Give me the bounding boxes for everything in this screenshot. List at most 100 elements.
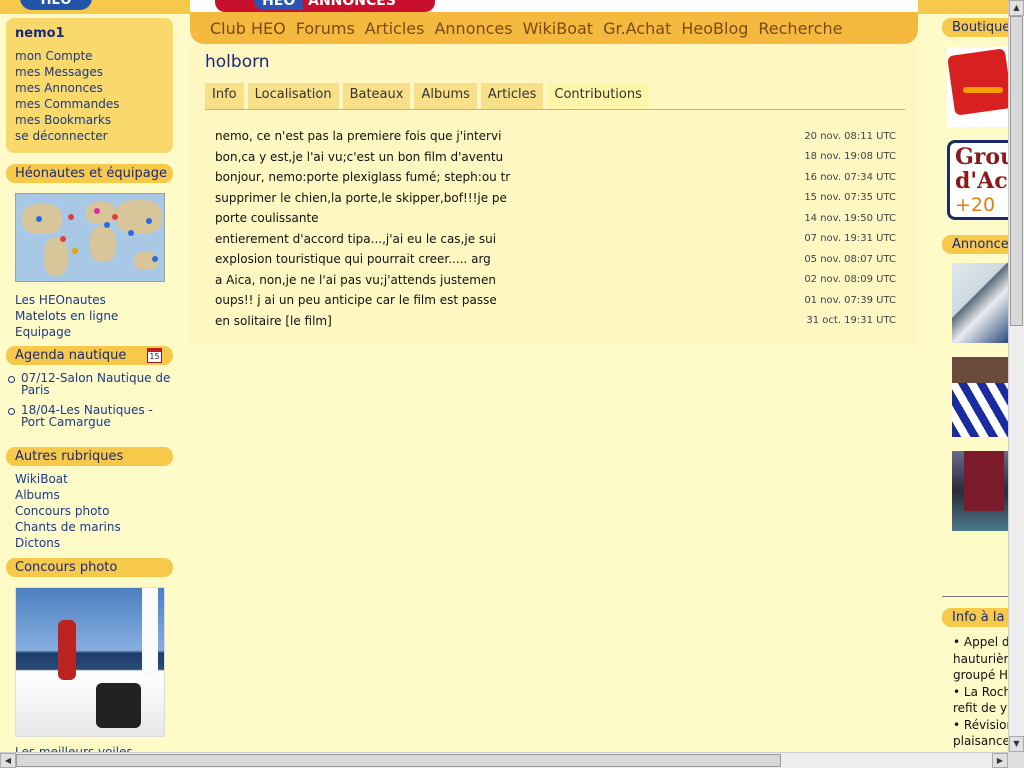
horizontal-scroll-thumb[interactable]: [16, 754, 781, 767]
link-equipage[interactable]: Equipage: [15, 324, 118, 340]
divider: [942, 596, 1008, 597]
heonautes-map[interactable]: [15, 193, 165, 282]
scroll-up-arrow-icon[interactable]: ▲: [1009, 0, 1024, 16]
agenda-item[interactable]: 07/12-Salon Nautique de Paris: [8, 372, 173, 396]
info-line[interactable]: • La Roch: [953, 684, 1008, 701]
section-annonces[interactable]: Annonce: [942, 235, 1008, 254]
info-line[interactable]: refit de y: [953, 700, 1008, 717]
info-line[interactable]: plaisance: [953, 733, 1008, 750]
contributions-list: nemo, ce n'est pas la premiere fois que …: [215, 126, 896, 331]
annonce-thumbnail[interactable]: [952, 451, 1008, 531]
contribution-date: 20 nov. 08:11 UTC: [804, 130, 896, 142]
link-mes-annonces[interactable]: mes Annonces: [15, 80, 164, 96]
vertical-scroll-thumb[interactable]: [1010, 16, 1023, 326]
nav-forums[interactable]: Forums: [296, 19, 355, 38]
link-matelots-en-ligne[interactable]: Matelots en ligne: [15, 308, 118, 324]
tab-bateaux[interactable]: Bateaux: [342, 83, 411, 109]
map-marker: [112, 214, 118, 220]
vertical-scrollbar[interactable]: ▲ ▼: [1008, 0, 1024, 752]
section-autres-rubriques: Autres rubriques: [6, 447, 173, 466]
map-marker: [72, 248, 78, 254]
group-buy-line: Grou: [955, 144, 1008, 170]
tab-localisation[interactable]: Localisation: [247, 83, 339, 109]
scroll-down-arrow-icon[interactable]: ▼: [1009, 736, 1024, 752]
link-mes-commandes[interactable]: mes Commandes: [15, 96, 164, 112]
nav-gr-achat[interactable]: Gr.Achat: [603, 19, 671, 38]
annonce-thumbnail[interactable]: [952, 263, 1008, 343]
contest-photo[interactable]: [15, 587, 165, 737]
link-chants-de-marins[interactable]: Chants de marins: [15, 519, 121, 535]
contribution-date: 07 nov. 19:31 UTC: [804, 233, 896, 245]
section-heonautes: Héonautes et équipage: [6, 164, 173, 183]
scroll-left-arrow-icon[interactable]: ◀: [0, 753, 16, 768]
info-line[interactable]: • Appel d: [953, 634, 1008, 651]
annonces-logo-text: ANNONCES: [308, 0, 396, 9]
contribution-date: 02 nov. 08:09 UTC: [804, 274, 896, 286]
tab-info[interactable]: Info: [205, 83, 244, 109]
contribution-link[interactable]: porte coulissante: [215, 211, 319, 225]
contribution-link[interactable]: explosion touristique qui pourrait creer…: [215, 252, 491, 266]
annonce-thumbnail[interactable]: [952, 357, 1008, 437]
contribution-link[interactable]: bonjour, nemo:porte plexiglass fumé; ste…: [215, 170, 510, 184]
tab-articles[interactable]: Articles: [480, 83, 544, 109]
contribution-link[interactable]: nemo, ce n'est pas la premiere fois que …: [215, 129, 501, 143]
contribution-link[interactable]: en solitaire [le film]: [215, 314, 332, 328]
nav-wikiboat[interactable]: WikiBoat: [523, 19, 593, 38]
map-marker: [36, 216, 42, 222]
info-line[interactable]: • Révision: [953, 717, 1008, 734]
list-item: oups!! j ai un peu anticipe car le film …: [215, 290, 896, 311]
scroll-right-arrow-icon[interactable]: ▶: [992, 753, 1008, 768]
username[interactable]: nemo1: [15, 26, 164, 41]
map-land: [116, 200, 162, 234]
photo-cabin: [96, 683, 141, 728]
link-dictons[interactable]: Dictons: [15, 535, 121, 551]
nav-articles[interactable]: Articles: [365, 19, 425, 38]
group-buy-banner[interactable]: Grou d'Ac +20: [947, 140, 1008, 220]
link-se-deconnecter[interactable]: se déconnecter: [15, 128, 164, 144]
contribution-link[interactable]: bon,ca y est,je l'ai vu;c'est un bon fil…: [215, 150, 503, 164]
nav-recherche[interactable]: Recherche: [758, 19, 842, 38]
contribution-date: 18 nov. 19:08 UTC: [804, 151, 896, 163]
map-marker: [94, 208, 100, 214]
contribution-link[interactable]: supprimer le chien,la porte,le skipper,b…: [215, 191, 507, 205]
agenda-title: Agenda nautique: [15, 348, 127, 363]
section-info[interactable]: Info à la: [942, 608, 1008, 627]
link-mes-bookmarks[interactable]: mes Bookmarks: [15, 112, 164, 128]
map-marker: [146, 218, 152, 224]
list-item: explosion touristique qui pourrait creer…: [215, 249, 896, 270]
link-les-heonautes[interactable]: Les HEOnautes: [15, 292, 118, 308]
agenda-item[interactable]: 18/04-Les Nautiques - Port Camargue: [8, 404, 173, 428]
heo-logo[interactable]: HEO: [20, 0, 92, 10]
group-buy-line: d'Ac: [955, 168, 1008, 194]
horizontal-scrollbar[interactable]: ◀ ▶: [0, 752, 1008, 768]
info-line[interactable]: groupé HE: [953, 667, 1008, 684]
heonautes-links: Les HEOnautes Matelots en ligne Equipage: [15, 292, 118, 340]
list-item: entierement d'accord tipa...,j'ai eu le …: [215, 229, 896, 250]
info-line[interactable]: hauturière: [953, 651, 1008, 668]
contribution-date: 01 nov. 07:39 UTC: [804, 294, 896, 306]
boutique-product-image[interactable]: [947, 47, 1008, 127]
calendar-icon[interactable]: 15: [147, 348, 162, 363]
tab-contributions[interactable]: Contributions: [547, 83, 649, 109]
heo-annonces-logo[interactable]: HEO ANNONCES: [215, 0, 435, 12]
autres-links: WikiBoat Albums Concours photo Chants de…: [15, 471, 121, 551]
list-item: bonjour, nemo:porte plexiglass fumé; ste…: [215, 167, 896, 188]
link-albums[interactable]: Albums: [15, 487, 121, 503]
contribution-link[interactable]: a Aica, non,je ne l'ai pas vu;j'attends …: [215, 273, 496, 287]
user-box: nemo1 mon Compte mes Messages mes Annonc…: [6, 18, 173, 153]
thumbnail-detail: [952, 357, 1008, 383]
link-wikiboat[interactable]: WikiBoat: [15, 471, 121, 487]
link-mes-messages[interactable]: mes Messages: [15, 64, 164, 80]
agenda-list: 07/12-Salon Nautique de Paris 18/04-Les …: [8, 372, 173, 436]
link-concours-photo[interactable]: Concours photo: [15, 503, 121, 519]
group-buy-line: +20: [955, 194, 996, 216]
nav-heoblog[interactable]: HeoBlog: [681, 19, 748, 38]
contribution-link[interactable]: entierement d'accord tipa...,j'ai eu le …: [215, 232, 496, 246]
nav-club-heo[interactable]: Club HEO: [210, 19, 286, 38]
tab-albums[interactable]: Albums: [414, 83, 477, 109]
map-marker: [104, 222, 110, 228]
contribution-link[interactable]: oups!! j ai un peu anticipe car le film …: [215, 293, 497, 307]
link-mon-compte[interactable]: mon Compte: [15, 48, 164, 64]
nav-annonces[interactable]: Annonces: [434, 19, 512, 38]
section-boutique[interactable]: Boutique: [942, 18, 1008, 37]
